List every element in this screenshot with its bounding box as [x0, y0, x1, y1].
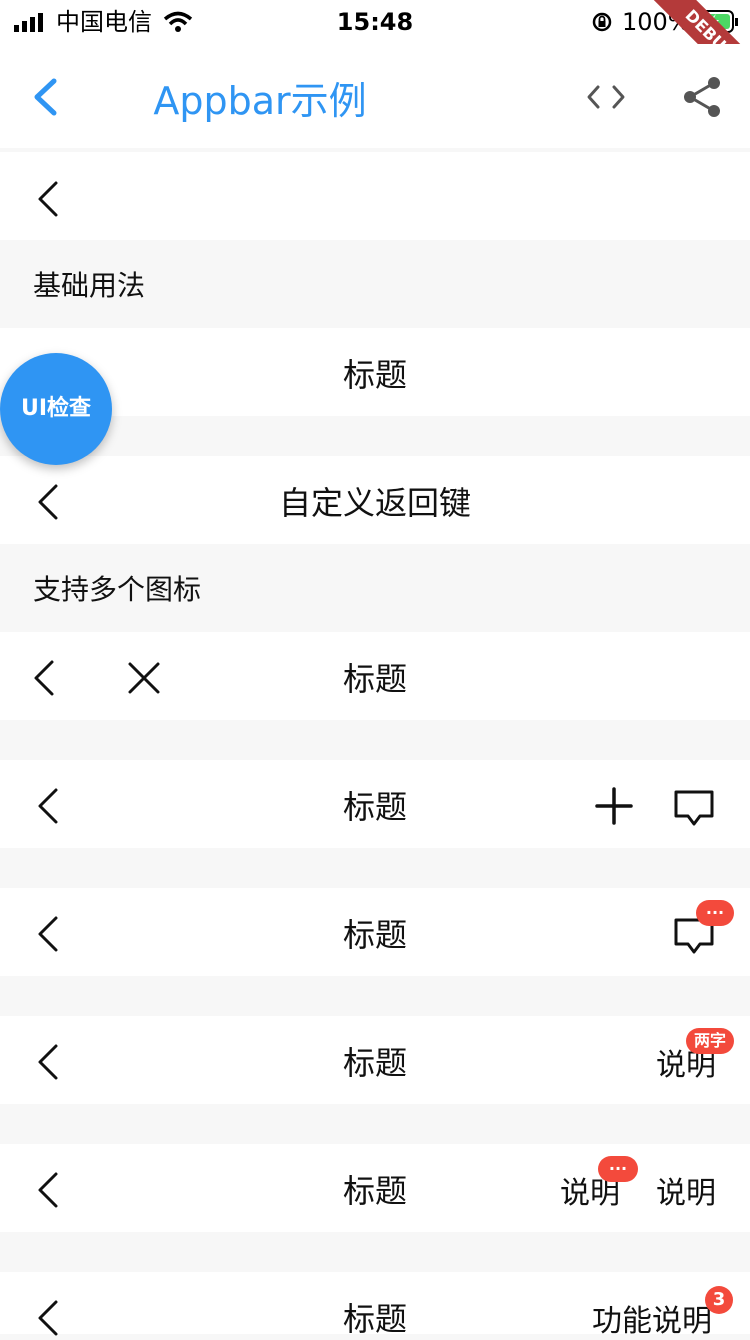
appbar-title: 标题 — [342, 1172, 407, 1210]
page-title: Appbar示例 — [153, 79, 367, 123]
appbar-title: 标题 — [342, 788, 407, 826]
count-badge: 3 — [705, 1286, 733, 1314]
section-basic: 基础用法 — [0, 240, 750, 328]
code-icon[interactable] — [586, 84, 626, 110]
appbar-title: 标题 — [342, 916, 407, 954]
appbar-plus-message: 标题 — [0, 760, 750, 848]
message-icon[interactable] — [672, 788, 716, 828]
plus-icon[interactable] — [594, 786, 634, 826]
appbar-title: 标题 — [342, 356, 407, 394]
section-title: 支持多个图标 — [33, 573, 202, 606]
status-bar: 中国电信 15:48 100% — [0, 0, 750, 44]
share-icon[interactable] — [682, 76, 722, 118]
appbar-message-badge: 标题 ··· — [0, 888, 750, 976]
text-badge: 两字 — [686, 1028, 734, 1054]
ui-inspect-button[interactable]: UI检查 — [0, 353, 112, 465]
section-title: 基础用法 — [33, 269, 146, 302]
rotation-lock-icon — [592, 12, 612, 32]
section-multi-icons: 支持多个图标 — [0, 544, 750, 632]
func-desc-action[interactable]: 功能说明 — [592, 1296, 712, 1340]
dot-badge: ··· — [598, 1156, 638, 1182]
appbar-count-badge: 标题 功能说明 3 — [0, 1272, 750, 1339]
appbar-title: 标题 — [342, 1044, 407, 1082]
appbar-text-badge: 标题 说明 两字 — [0, 1016, 750, 1104]
desc-action[interactable]: 说明 — [656, 1168, 716, 1212]
appbar-back-only — [0, 152, 750, 240]
appbar-title-only: 标题 — [0, 328, 750, 416]
appbar-title: 自定义返回键 — [278, 484, 471, 522]
dot-badge: ··· — [696, 900, 734, 926]
appbar-back-close: 标题 — [0, 632, 750, 720]
appbar-custom-back: 自定义返回键 — [0, 456, 750, 544]
appbar-title: 标题 — [342, 660, 407, 698]
back-icon[interactable] — [34, 179, 68, 219]
appbar-two-text-actions: 标题 说明 ··· 说明 — [0, 1144, 750, 1232]
